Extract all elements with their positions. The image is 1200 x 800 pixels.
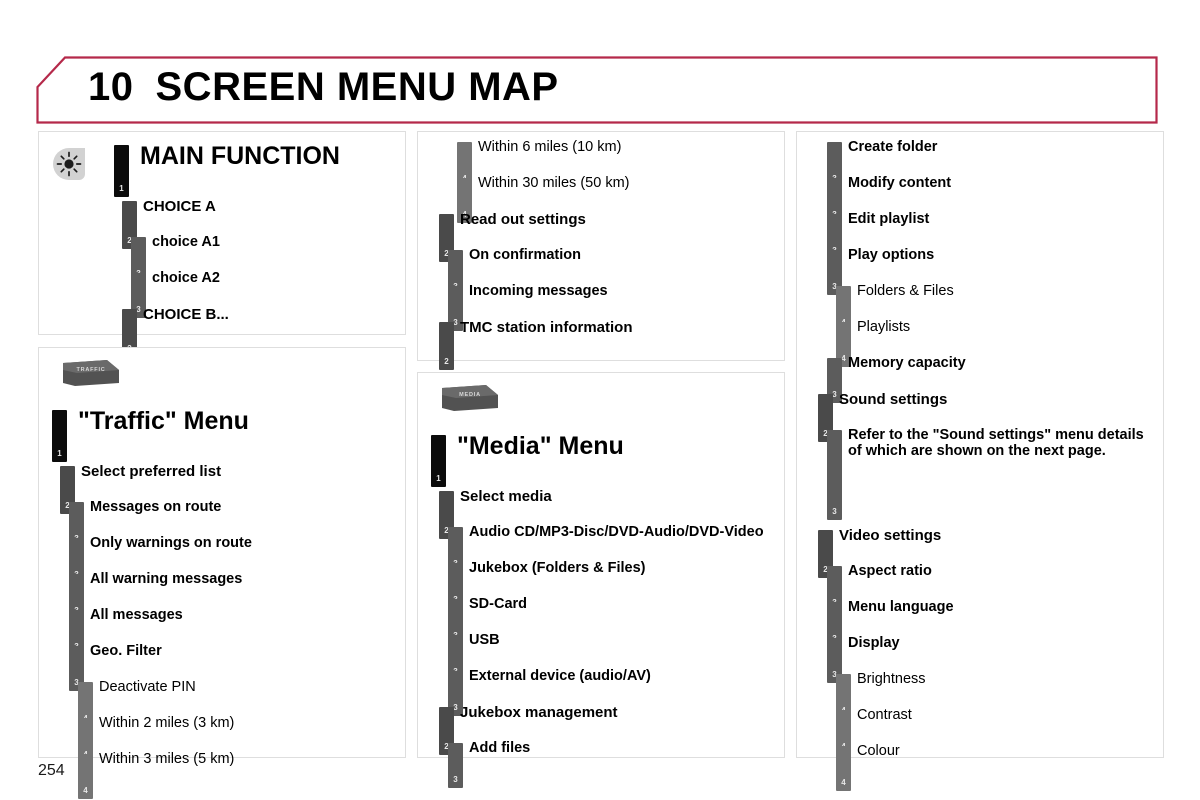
panel-media-menu: MEDIA 1"Media" Menu2Select media3Audio C… xyxy=(417,372,785,788)
page-number: 254 xyxy=(38,762,65,779)
menu-item-label: Contrast xyxy=(857,707,912,723)
panel-main-function-legend: 1MAIN FUNCTION2CHOICE A3choice A13choice… xyxy=(38,131,406,357)
menu-item-label: All messages xyxy=(90,607,183,623)
menu-item-label: Edit playlist xyxy=(848,211,930,227)
level-number: 1 xyxy=(119,184,124,193)
traffic-hardkey-icon[interactable]: TRAFFIC xyxy=(63,360,119,386)
menu-item-label: Within 2 miles (3 km) xyxy=(99,715,235,731)
level-indicator-bar: 4 xyxy=(836,746,851,791)
chapter-number: 10 xyxy=(88,65,134,109)
menu-item-label: Brightness xyxy=(857,671,926,687)
sun-brightness-icon xyxy=(49,144,89,184)
menu-item-label: Sound settings xyxy=(839,391,948,408)
level-number: 4 xyxy=(841,778,846,787)
level-number: 1 xyxy=(436,474,441,483)
menu-item-label: Messages on route xyxy=(90,499,222,515)
menu-item-label: "Media" Menu xyxy=(457,432,624,460)
menu-item-label: Deactivate PIN xyxy=(99,679,196,695)
menu-item-label: Select media xyxy=(460,488,552,505)
menu-item-label: Within 30 miles (50 km) xyxy=(478,175,630,191)
menu-item-label: choice A1 xyxy=(152,234,220,250)
level-indicator-bar: 1 xyxy=(114,145,129,197)
menu-item-label: TMC station information xyxy=(460,319,633,336)
menu-item-label: Only warnings on route xyxy=(90,535,252,551)
menu-item-label: Folders & Files xyxy=(857,283,954,299)
media-hardkey-icon[interactable]: MEDIA xyxy=(442,385,498,411)
menu-item-label: Colour xyxy=(857,743,900,759)
level-number: 3 xyxy=(832,507,837,516)
chapter-title: SCREEN MENU MAP xyxy=(155,65,559,109)
menu-item-label: choice A2 xyxy=(152,270,220,286)
menu-item-label: External device (audio/AV) xyxy=(469,668,651,684)
level-indicator-bar: 2 xyxy=(439,322,454,370)
menu-item-label: "Traffic" Menu xyxy=(78,407,249,435)
level-indicator-bar: 4 xyxy=(78,754,93,799)
menu-item-label: Read out settings xyxy=(460,211,586,228)
menu-item-label: Create folder xyxy=(848,139,938,155)
menu-item-label: Aspect ratio xyxy=(848,563,932,579)
menu-item-label: Select preferred list xyxy=(81,463,222,480)
menu-item-label: Memory capacity xyxy=(848,355,966,371)
level-indicator-bar: 1 xyxy=(52,410,67,462)
menu-item-label: Audio CD/MP3-Disc/DVD-Audio/DVD-Video xyxy=(469,524,764,540)
menu-item-label: Geo. Filter xyxy=(90,643,162,659)
chapter-header-banner: 10 SCREEN MENU MAP xyxy=(36,56,1158,124)
panel-media-menu-continued: 3Create folder3Modify content3Edit playl… xyxy=(796,131,1164,791)
panel-traffic-menu-continued: 4Within 6 miles (10 km)4Within 30 miles … xyxy=(417,131,785,370)
menu-item-label: Video settings xyxy=(839,527,942,544)
menu-item-label: On confirmation xyxy=(469,247,581,263)
level-number: 2 xyxy=(444,357,449,366)
level-indicator-bar: 3 xyxy=(448,743,463,788)
menu-item-label: Modify content xyxy=(848,175,952,191)
menu-item-label: Jukebox management xyxy=(460,704,618,721)
media-hardkey-label: MEDIA xyxy=(459,392,481,398)
level-number: 4 xyxy=(83,786,88,795)
menu-item-label: SD-Card xyxy=(469,596,528,612)
level-indicator-bar: 1 xyxy=(431,435,446,487)
menu-item-label: Display xyxy=(848,635,900,651)
menu-item-label: Jukebox (Folders & Files) xyxy=(469,560,646,576)
menu-item-label: Refer to the "Sound settings" menu detai… xyxy=(848,427,1144,459)
panel-traffic-menu: TRAFFIC 1 "Traffic" Menu 2 Select preferred… xyxy=(38,347,406,799)
menu-item-label: Add files xyxy=(469,740,531,756)
menu-item-label: MAIN FUNCTION xyxy=(140,142,340,170)
page-title: 10 SCREEN MENU MAP xyxy=(88,65,559,110)
menu-item-label: Within 6 miles (10 km) xyxy=(478,139,622,155)
menu-item-label: CHOICE B... xyxy=(143,306,229,323)
level-indicator-bar: 3 xyxy=(827,430,842,520)
menu-item-label: Playlists xyxy=(857,319,911,335)
menu-item-label: All warning messages xyxy=(90,571,243,587)
menu-item-label: Within 3 miles (5 km) xyxy=(99,751,235,767)
traffic-hardkey-label: TRAFFIC xyxy=(76,367,106,373)
level-number: 3 xyxy=(453,775,458,784)
menu-item-label: Incoming messages xyxy=(469,283,608,299)
menu-item-label: Menu language xyxy=(848,599,954,615)
menu-item-label: Play options xyxy=(848,247,935,263)
level-number: 1 xyxy=(57,449,62,458)
menu-item-label: CHOICE A xyxy=(143,198,216,215)
menu-item-label: USB xyxy=(469,632,500,648)
